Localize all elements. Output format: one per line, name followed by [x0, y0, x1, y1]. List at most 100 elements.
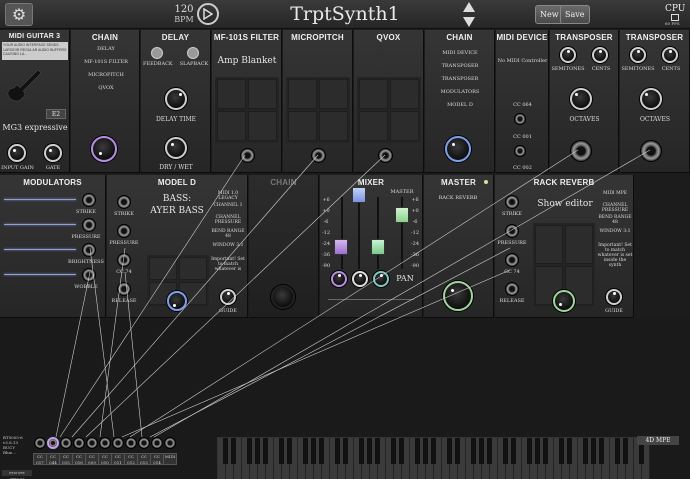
black-key[interactable] — [511, 438, 516, 464]
cc-jack[interactable] — [86, 437, 98, 449]
black-key[interactable] — [503, 438, 508, 464]
chain-item[interactable]: DELAY — [75, 43, 137, 56]
save-button[interactable]: Save — [560, 5, 590, 24]
black-key[interactable] — [375, 438, 380, 464]
qvox-pad-grid[interactable] — [357, 77, 421, 143]
black-key[interactable] — [223, 438, 228, 464]
black-key[interactable] — [423, 438, 428, 464]
black-key[interactable] — [479, 438, 484, 464]
fader-1[interactable] — [334, 239, 348, 255]
chain-item[interactable]: MICROPITCH — [75, 69, 137, 82]
chain-item[interactable]: MF-101S FILTER — [75, 56, 137, 69]
black-key[interactable] — [567, 438, 572, 464]
pan-knob-1[interactable] — [331, 271, 347, 287]
chain-item[interactable]: RACK REVERB — [428, 192, 488, 205]
setting-label[interactable]: BEND RANGE 48 — [210, 229, 246, 239]
black-key[interactable] — [455, 438, 460, 464]
restore-default-button[interactable]: RESTORE DEFAULT — [2, 470, 32, 479]
filter-preset[interactable]: Amp Blanket — [212, 56, 282, 66]
mod-input-jack[interactable] — [505, 282, 519, 296]
black-key[interactable] — [359, 438, 364, 464]
black-key[interactable] — [591, 438, 596, 464]
octaves-knob[interactable] — [570, 88, 592, 110]
setting-label[interactable]: MIDI MPE — [597, 191, 633, 196]
chain-item[interactable]: MODULATORS — [429, 86, 491, 99]
black-key[interactable] — [399, 438, 404, 464]
input-gain-knob[interactable] — [8, 144, 26, 162]
mpe-mode-label[interactable]: 4D MPE — [637, 436, 679, 445]
black-key[interactable] — [303, 438, 308, 464]
dry-wet-knob[interactable] — [165, 137, 187, 159]
black-key[interactable] — [447, 438, 452, 464]
gate-knob[interactable] — [44, 144, 62, 162]
black-key[interactable] — [263, 438, 268, 464]
cc-jack[interactable] — [138, 437, 150, 449]
setting-label[interactable]: CHANNEL PRESSURE — [210, 215, 246, 225]
micropitch-pad-grid[interactable] — [286, 77, 350, 143]
chain-item[interactable]: QVOX — [75, 82, 137, 95]
mod-input-jack[interactable] — [117, 253, 131, 267]
setting-label[interactable]: WINDOW 3:1 — [597, 229, 633, 234]
black-key[interactable] — [599, 438, 604, 464]
controller-name[interactable]: BT5005-6 v3.8.13 BUCY Blue... — [3, 435, 29, 455]
setting-label[interactable]: CHANNEL 1 — [210, 203, 246, 208]
chain-item[interactable]: TRANSPOSER — [429, 73, 491, 86]
modulator-jack[interactable] — [82, 268, 96, 282]
model-d-preset-line2[interactable]: AYER BASS — [143, 206, 211, 216]
model-d-guide-knob[interactable] — [220, 289, 236, 305]
model-d-preset-line1[interactable]: BASS: — [147, 194, 207, 204]
black-key[interactable] — [367, 438, 372, 464]
master-level-knob[interactable] — [443, 281, 473, 311]
setting-label[interactable]: Important! Set to match whatever is — [210, 257, 246, 272]
semitones-knob[interactable] — [630, 47, 646, 63]
black-key[interactable] — [247, 438, 252, 464]
cc-jack[interactable] — [125, 437, 137, 449]
mod-input-jack[interactable] — [117, 195, 131, 209]
chain-item[interactable]: MODEL D — [429, 99, 491, 112]
filter-output-jack[interactable] — [240, 148, 255, 163]
keyboard[interactable] — [217, 437, 650, 479]
settings-gear-icon[interactable]: ⚙ — [5, 3, 33, 26]
black-key[interactable] — [255, 438, 260, 464]
cc064-jack[interactable] — [514, 113, 526, 125]
mod-input-jack[interactable] — [117, 224, 131, 238]
black-key[interactable] — [471, 438, 476, 464]
chain-item[interactable]: MIDI DEVICE — [429, 47, 491, 60]
chain-level-knob[interactable] — [445, 136, 471, 162]
midi-device-name[interactable]: No MIDI Controller — [496, 58, 549, 64]
black-key[interactable] — [615, 438, 620, 464]
transposer-output-jack[interactable] — [640, 140, 662, 162]
preset-stepper[interactable] — [462, 2, 476, 27]
filter-pad-grid[interactable] — [215, 77, 279, 143]
cc-jack[interactable] — [34, 437, 46, 449]
reverb-preset[interactable]: Show editor — [531, 199, 599, 209]
bpm-value[interactable]: 120 — [172, 4, 196, 15]
black-key[interactable] — [415, 438, 420, 464]
black-key[interactable] — [543, 438, 548, 464]
micropitch-output-jack[interactable] — [311, 148, 326, 163]
black-key[interactable] — [319, 438, 324, 464]
reverb-guide-knob[interactable] — [606, 289, 622, 305]
cc-jack[interactable] — [151, 437, 163, 449]
black-key[interactable] — [279, 438, 284, 464]
pan-knob-3[interactable] — [373, 271, 389, 287]
setting-label[interactable]: MIDI 1.0 LEGACY — [210, 191, 246, 201]
fader-master[interactable] — [395, 207, 409, 223]
cents-knob[interactable] — [592, 47, 608, 63]
cc-jack[interactable] — [164, 437, 176, 449]
black-key[interactable] — [287, 438, 292, 464]
arrow-up-icon[interactable] — [463, 2, 475, 12]
model-d-level-knob[interactable] — [167, 291, 187, 311]
transposer-output-jack[interactable] — [570, 140, 592, 162]
cc-jack[interactable] — [73, 437, 85, 449]
fader-3[interactable] — [371, 239, 385, 255]
cc-jack[interactable] — [99, 437, 111, 449]
semitones-knob[interactable] — [560, 47, 576, 63]
slapback-button[interactable] — [187, 47, 199, 59]
mod-input-jack[interactable] — [505, 253, 519, 267]
guitar-preset[interactable]: MG3 expressive — [0, 123, 70, 132]
black-key[interactable] — [343, 438, 348, 464]
setting-label[interactable]: WINDOW 3:1 — [210, 243, 246, 248]
black-key[interactable] — [335, 438, 340, 464]
black-key[interactable] — [583, 438, 588, 464]
